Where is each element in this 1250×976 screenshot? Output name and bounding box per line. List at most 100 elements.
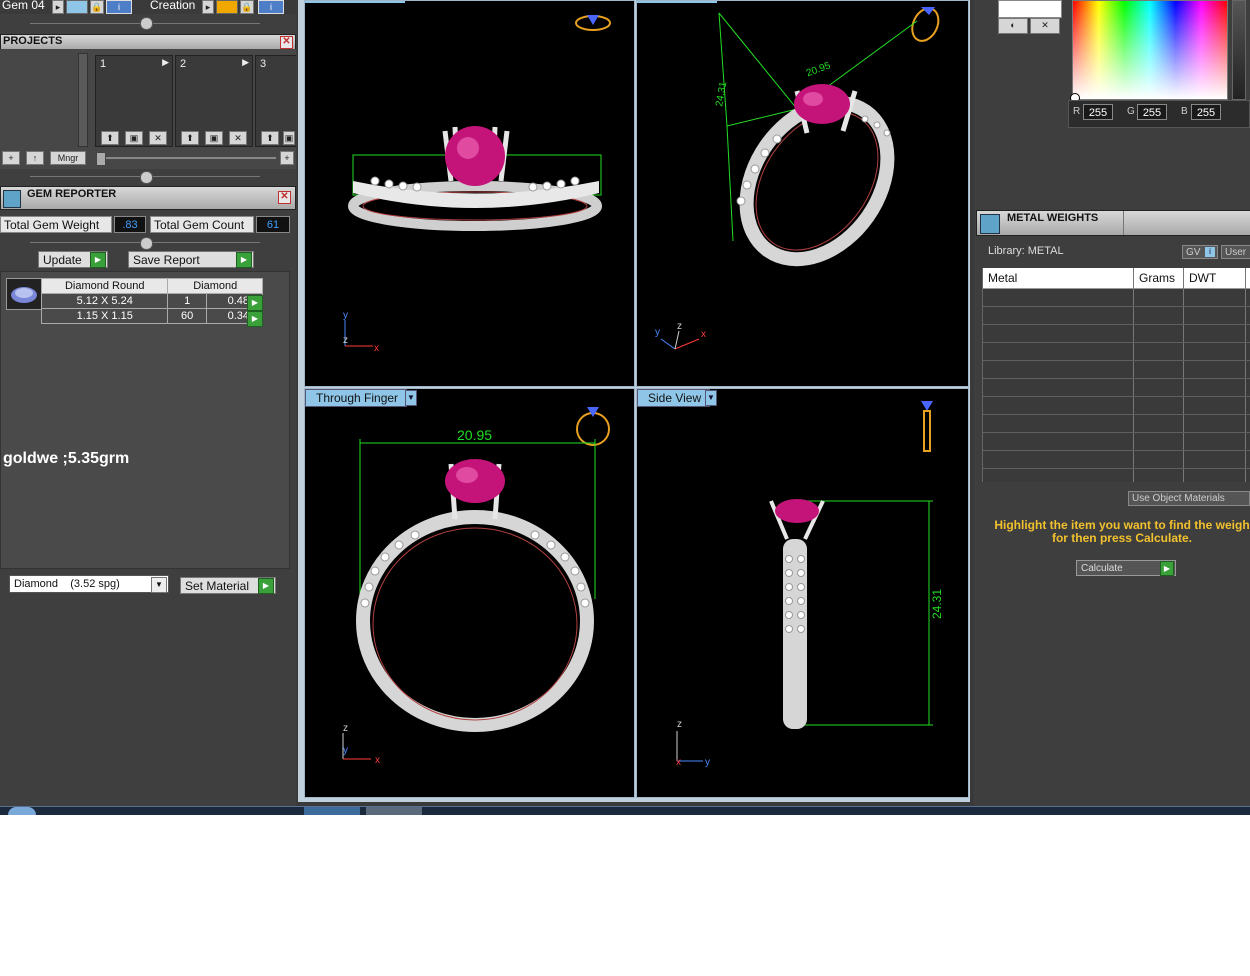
- play-icon-2[interactable]: ▸: [202, 0, 214, 14]
- slot-load-button[interactable]: ⬆: [181, 131, 199, 145]
- mngr-button[interactable]: Mngr: [50, 151, 86, 165]
- app-window: Gem 04 ▸ 🔒 i Creation ▸ 🔒 i PROJECTS ✕ 1…: [0, 0, 1250, 808]
- splitter-knob-icon[interactable]: [140, 171, 153, 184]
- table-row[interactable]: [983, 415, 1250, 433]
- play-icon[interactable]: ▶: [258, 578, 274, 594]
- viewport-bottom-left[interactable]: 20.95 z y x Through Finger ▼: [304, 388, 635, 798]
- g-label: G: [1127, 106, 1135, 117]
- table-row[interactable]: [983, 307, 1250, 325]
- lock-icon-2[interactable]: 🔒: [240, 0, 254, 14]
- info-icon[interactable]: i: [106, 0, 132, 14]
- flask-icon: [980, 214, 1000, 234]
- taskbar-item[interactable]: [304, 807, 360, 815]
- info-icon: i: [1205, 247, 1215, 257]
- gem-thumbnail[interactable]: [6, 278, 42, 310]
- svg-text:z: z: [343, 723, 348, 734]
- use-object-materials-button[interactable]: Use Object Materials: [1128, 491, 1250, 506]
- splitter-knob-icon[interactable]: [140, 237, 153, 250]
- mngr-label: Mngr: [57, 153, 79, 163]
- save-report-button[interactable]: Save Report ▶: [128, 251, 254, 268]
- row-play-icon[interactable]: ▶: [247, 295, 263, 311]
- slot-save-button[interactable]: ▣: [125, 131, 143, 145]
- slider-handle[interactable]: [96, 152, 106, 166]
- b-value[interactable]: 255: [1191, 104, 1221, 120]
- table-row[interactable]: [983, 451, 1250, 469]
- color-swatch-blue[interactable]: [66, 0, 88, 14]
- viewport-label-tab[interactable]: [305, 1, 405, 3]
- info-icon-2[interactable]: i: [258, 0, 284, 14]
- row-play-icon[interactable]: ▶: [247, 311, 263, 327]
- axis-icon: z x y: [676, 719, 710, 768]
- slot-load-button[interactable]: ⬆: [101, 131, 119, 145]
- chevron-down-icon[interactable]: ▼: [405, 390, 417, 406]
- slot-arrow-icon[interactable]: ▶: [242, 57, 249, 68]
- clear-color-button[interactable]: ✕: [1030, 18, 1060, 34]
- calculate-button[interactable]: Calculate ▶: [1076, 560, 1176, 576]
- column-metal[interactable]: Metal: [988, 271, 1017, 285]
- play-icon[interactable]: ▶: [236, 252, 252, 268]
- slot-load-button[interactable]: ⬆: [261, 131, 279, 145]
- table-row[interactable]: [983, 343, 1250, 361]
- lock-icon[interactable]: 🔒: [90, 0, 104, 14]
- taskbar-item[interactable]: [366, 807, 422, 815]
- slot-delete-button[interactable]: ✕: [229, 131, 247, 145]
- color-wheel-button[interactable]: ◐: [998, 18, 1028, 34]
- svg-text:x: x: [374, 343, 379, 354]
- table-row[interactable]: [983, 325, 1250, 343]
- chevron-down-icon[interactable]: ▼: [151, 577, 167, 593]
- current-color-swatch[interactable]: [998, 0, 1062, 18]
- total-gem-weight-value: .83: [114, 216, 146, 233]
- zoom-plus-button[interactable]: +: [280, 151, 294, 165]
- viewport-label-through-finger[interactable]: Through Finger: [305, 389, 408, 407]
- slot-save-button[interactable]: ▣: [283, 131, 295, 145]
- projects-area: 1 ▶ 2 ▶ 3 ⬆ ▣ ✕ ⬆ ▣ ✕ ⬆ ▣ + ↑ Mngr +: [0, 49, 297, 169]
- slot-delete-button[interactable]: ✕: [149, 131, 167, 145]
- start-button[interactable]: [8, 807, 36, 815]
- viewport-top-left[interactable]: y z x: [304, 0, 635, 387]
- r-value[interactable]: 255: [1083, 104, 1113, 120]
- up-arrow-button[interactable]: ↑: [26, 151, 44, 165]
- gv-button[interactable]: GV i: [1182, 245, 1218, 259]
- table-row[interactable]: [983, 361, 1250, 379]
- update-button[interactable]: Update ▶: [38, 251, 108, 268]
- table-row[interactable]: 1.15 X 1.15 60 0.34tw: [40, 308, 264, 324]
- table-row[interactable]: 5.12 X 5.24 1 0.48tw: [40, 293, 264, 309]
- color-swatch-orange[interactable]: [216, 0, 238, 14]
- close-icon[interactable]: ✕: [278, 191, 291, 204]
- gem-table-header: Diamond: [167, 278, 263, 294]
- gem-size-cell: 1.15 X 1.15: [40, 308, 169, 324]
- gem-reporter-title: GEM REPORTER: [27, 188, 117, 200]
- column-grams[interactable]: Grams: [1139, 271, 1175, 285]
- table-row[interactable]: [983, 433, 1250, 451]
- viewport-label-tab[interactable]: [637, 1, 717, 3]
- slot-save-button[interactable]: ▣: [205, 131, 223, 145]
- svg-text:y: y: [705, 757, 710, 768]
- brightness-slider[interactable]: [1232, 0, 1246, 100]
- material-select-value: Diamond (3.52 spg): [14, 578, 120, 590]
- g-value[interactable]: 255: [1137, 104, 1167, 120]
- play-icon[interactable]: ▸: [52, 0, 64, 14]
- chevron-down-icon[interactable]: ▼: [705, 390, 717, 406]
- project-zoom-slider[interactable]: [96, 157, 276, 159]
- viewport-top-right[interactable]: 20.95 24.31 y z x: [636, 0, 969, 387]
- splitter-knob-icon[interactable]: [140, 17, 153, 30]
- set-material-button[interactable]: Set Material ▶: [180, 577, 276, 594]
- play-icon[interactable]: ▶: [1160, 561, 1174, 576]
- table-row[interactable]: [983, 379, 1250, 397]
- table-row[interactable]: [983, 397, 1250, 415]
- color-spectrum[interactable]: [1072, 0, 1228, 100]
- material-select[interactable]: Diamond (3.52 spg) ▼: [9, 575, 169, 593]
- add-project-button[interactable]: +: [2, 151, 20, 165]
- slot-arrow-icon[interactable]: ▶: [162, 57, 169, 68]
- viewport-label-side-view[interactable]: Side View: [637, 389, 711, 407]
- user-button[interactable]: User: [1221, 245, 1250, 259]
- close-icon[interactable]: ✕: [280, 36, 293, 49]
- projects-scrollbar[interactable]: [78, 53, 88, 147]
- viewport-bottom-right[interactable]: 24.31 z x y Side View ▼: [636, 388, 969, 798]
- dimension-label: 20.95: [805, 60, 833, 79]
- gem-count-cell: 1: [167, 293, 207, 309]
- column-dwt[interactable]: DWT: [1189, 271, 1216, 285]
- table-row[interactable]: [983, 289, 1250, 307]
- gem-reporter-icon: [3, 190, 21, 208]
- play-icon[interactable]: ▶: [90, 252, 106, 268]
